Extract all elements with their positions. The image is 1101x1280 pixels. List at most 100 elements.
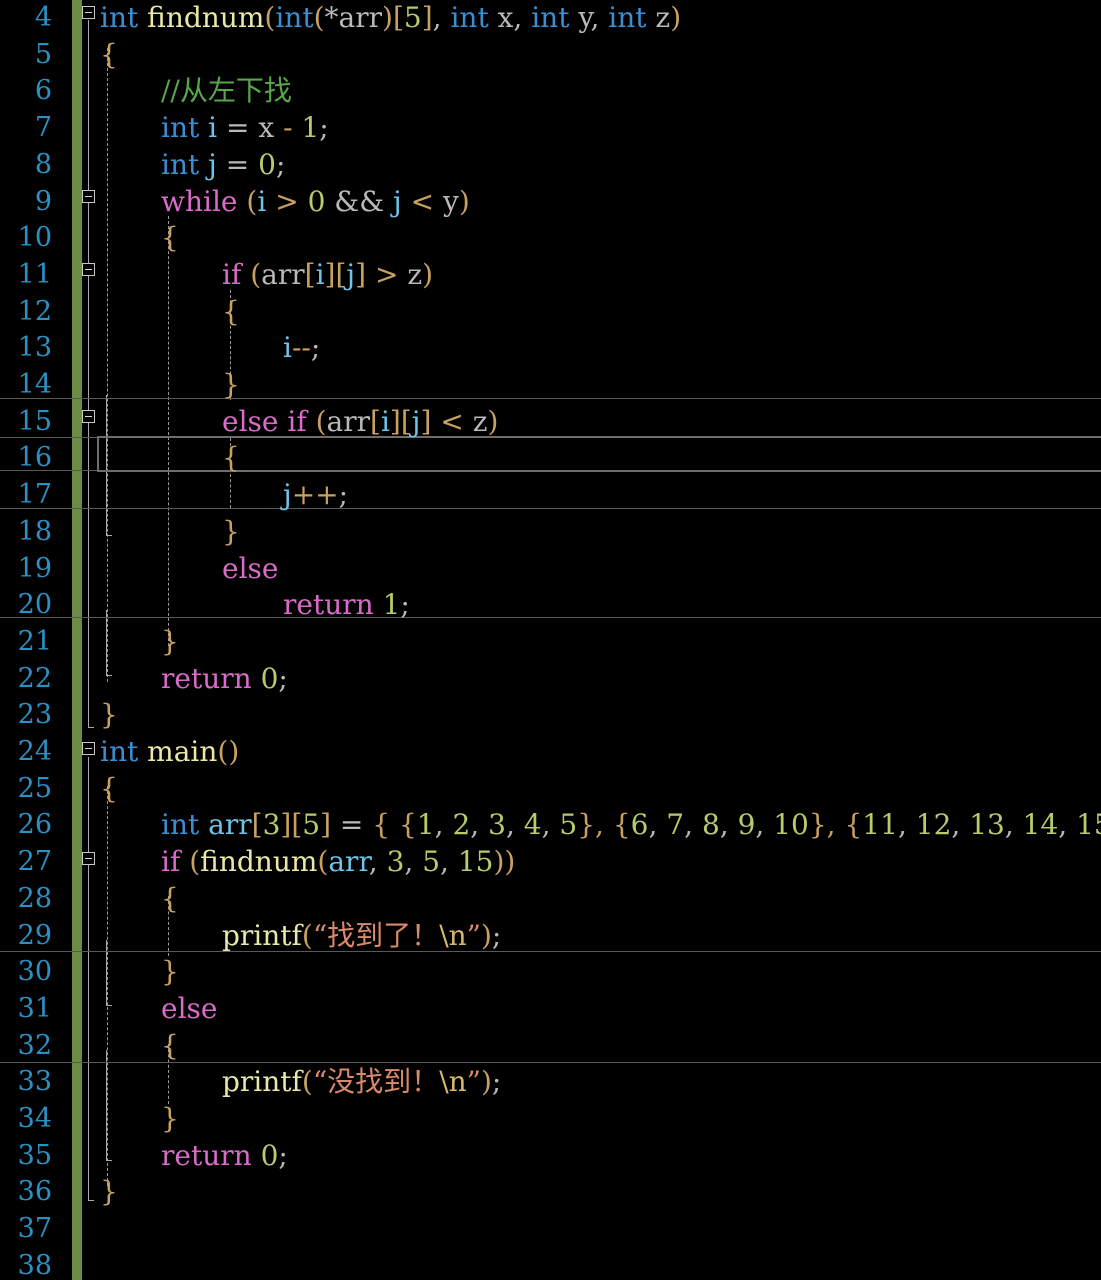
code-line-24[interactable]: int main() (100, 734, 239, 771)
code-line-27[interactable]: if (findnum(arr, 3, 5, 15)) (161, 844, 515, 881)
token: 0 (307, 184, 326, 218)
token: } (222, 368, 240, 401)
token: z (407, 257, 423, 291)
token: > (266, 184, 308, 218)
code-line-19[interactable]: else (222, 551, 278, 588)
code-line-11[interactable]: if (arr[i][j] > z) (222, 257, 433, 294)
token: ; (310, 331, 321, 365)
token: ; (278, 661, 288, 695)
token: ) (422, 257, 434, 291)
token: , (440, 845, 458, 879)
token: ] (421, 1, 433, 34)
code-line-29[interactable]: printf(“找到了！\n”); (222, 918, 501, 955)
code-line-13[interactable]: i--; (283, 330, 320, 367)
code-line-17[interactable]: j++; (283, 477, 348, 514)
token: \n (439, 1065, 467, 1099)
code-line-23[interactable]: } (100, 697, 118, 734)
token: z (646, 1, 671, 34)
token: } (161, 1102, 179, 1135)
code-line-14[interactable]: } (222, 367, 240, 404)
code-line-28[interactable]: { (161, 881, 179, 918)
token: } (161, 624, 179, 658)
token: “没找到！ (312, 1065, 440, 1099)
token: , (470, 808, 489, 842)
code-line-31[interactable]: else (161, 991, 217, 1028)
token: 8 (701, 808, 720, 842)
token: ( (246, 184, 258, 218)
token: && (325, 184, 394, 218)
token: int (161, 111, 200, 145)
token: = (216, 147, 259, 181)
token: i (315, 257, 325, 291)
token: ] (280, 808, 292, 842)
token: , (513, 1, 532, 34)
token: , (1058, 808, 1077, 842)
code-line-22[interactable]: return 0; (161, 661, 288, 698)
token: 12 (915, 808, 952, 842)
code-text-layer[interactable]: int findnum(int(*arr)[5], int x, int y, … (0, 0, 1101, 1280)
token: [ (291, 808, 303, 842)
token: int (450, 1, 489, 34)
token: if (161, 845, 181, 879)
token: i (380, 404, 390, 438)
token: , (684, 808, 702, 842)
code-editor[interactable]: 4 5 6 7 8 9 10 11 12 13 14 15 16 17 18 19 20 21 22 23 24 25 26… (0, 0, 1101, 1280)
code-line-15[interactable]: else if (arr[i][j] < z) (222, 404, 498, 441)
token: 1 (301, 111, 320, 145)
token: -- (291, 331, 311, 365)
token: 1 (416, 808, 435, 842)
token: { (222, 441, 240, 475)
token: arr (338, 1, 382, 34)
token: x (258, 111, 275, 145)
code-line-4[interactable]: int findnum(int(*arr)[5], int x, int y, … (100, 0, 681, 37)
code-line-18[interactable]: } (222, 514, 240, 551)
code-line-34[interactable]: } (161, 1101, 179, 1138)
code-line-20[interactable]: return 1; (283, 587, 410, 624)
token: 6 (630, 808, 649, 842)
token: arr (328, 845, 369, 879)
token: ; (491, 1065, 502, 1099)
code-line-26[interactable]: int arr[3][5] = { {1, 2, 3, 4, 5}, {6, 7… (161, 807, 1101, 844)
code-line-25[interactable]: { (100, 771, 118, 808)
token: , (648, 808, 667, 842)
code-line-30[interactable]: } (161, 954, 179, 991)
code-line-9[interactable]: while (i > 0 && j < y) (161, 184, 470, 221)
token: int (608, 1, 647, 34)
code-line-32[interactable]: { (161, 1028, 179, 1065)
token: , (897, 808, 916, 842)
code-line-36[interactable]: } (100, 1174, 118, 1211)
code-line-21[interactable]: } (161, 624, 179, 661)
token: { { (372, 808, 417, 842)
code-line-5[interactable]: { (100, 37, 118, 74)
token: 2 (452, 808, 471, 842)
token: ( (315, 404, 327, 438)
code-line-16[interactable]: { (222, 440, 240, 477)
code-line-33[interactable]: printf(“没找到！\n”); (222, 1064, 501, 1101)
token: int (100, 735, 139, 768)
token: i (208, 111, 218, 145)
code-line-35[interactable]: return 0; (161, 1138, 288, 1175)
token: i (283, 331, 292, 365)
code-line-10[interactable]: { (161, 220, 179, 257)
token: - (274, 111, 302, 145)
token: j (346, 257, 356, 291)
token: { (161, 221, 179, 255)
code-line-12[interactable]: { (222, 294, 240, 331)
token: = (331, 808, 373, 842)
token: return (283, 588, 374, 622)
token: () (217, 735, 240, 768)
token: 0 (260, 661, 279, 695)
code-line-6[interactable]: //从左下找 (161, 73, 292, 110)
token: 15 (1076, 808, 1101, 842)
token: j (208, 147, 217, 181)
token: 5 (422, 845, 441, 879)
token: ( (313, 1, 325, 34)
code-line-7[interactable]: int i = x - 1; (161, 110, 329, 147)
token: ) (382, 1, 393, 34)
token: j (283, 478, 292, 512)
token: i (257, 184, 267, 218)
code-line-8[interactable]: int j = 0; (161, 147, 285, 184)
token: [ (400, 404, 412, 438)
